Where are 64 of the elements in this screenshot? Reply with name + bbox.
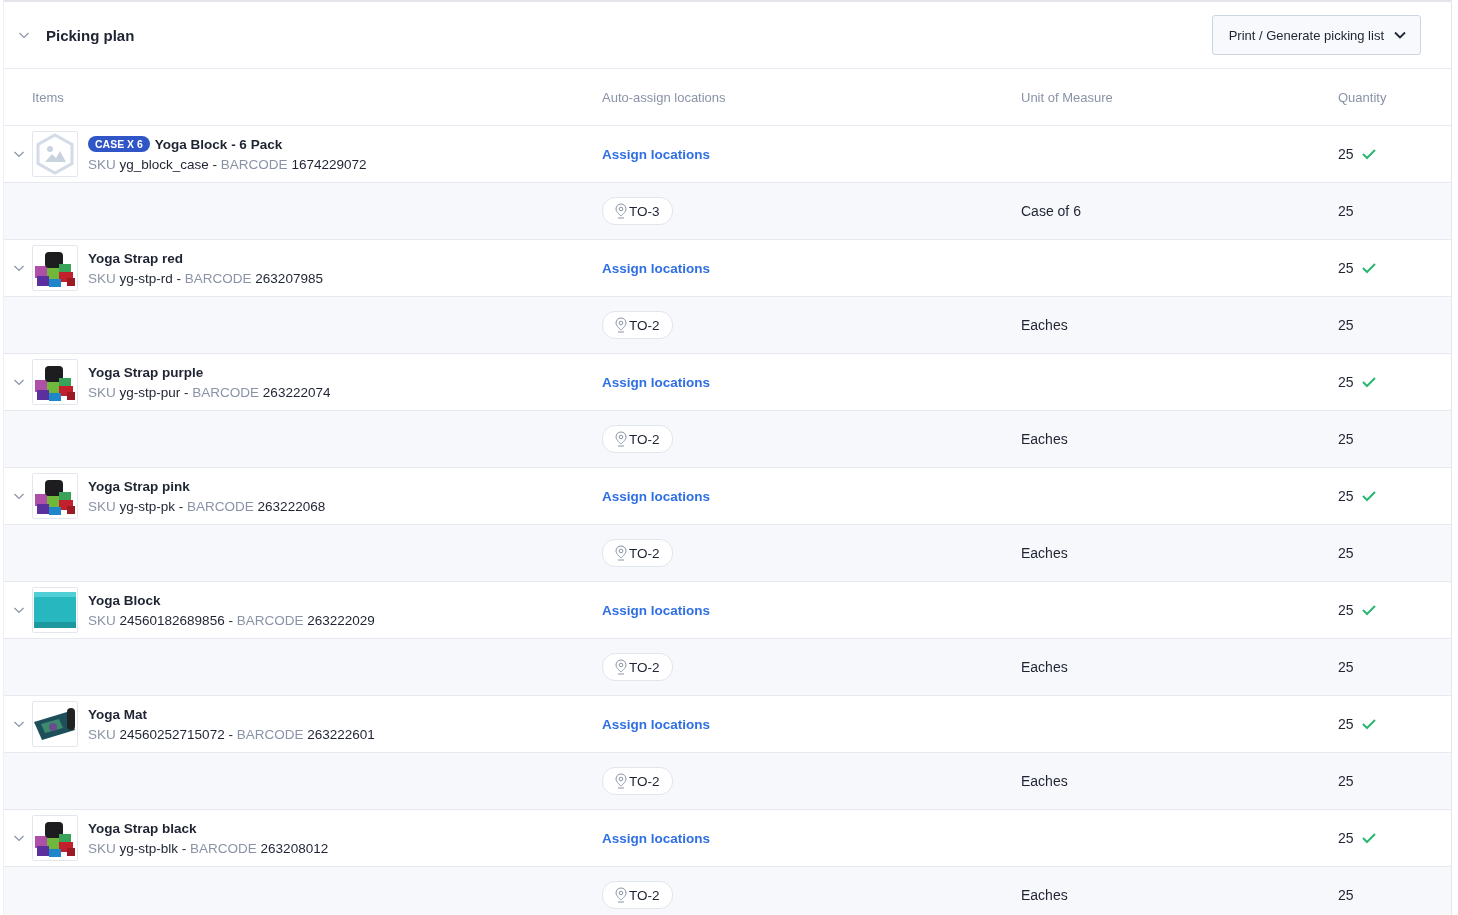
location-pin-icon	[615, 887, 627, 903]
quantity: 25	[1338, 602, 1354, 618]
item-identifiers: SKU yg_block_case - BARCODE 1674229072	[88, 157, 367, 172]
column-header: Auto-assign locations	[602, 89, 726, 105]
quantity: 25	[1338, 545, 1354, 561]
quantity: 25	[1338, 716, 1354, 732]
location-pin-icon	[615, 659, 627, 675]
location-tag: TO-3	[602, 197, 673, 225]
quantity: 25	[1338, 659, 1354, 675]
item-identifiers: SKU yg-stp-rd - BARCODE 263207985	[88, 270, 323, 286]
location-pin-icon	[615, 203, 627, 219]
unit-of-measure: Eaches	[1021, 887, 1068, 903]
quantity: 25	[1338, 317, 1354, 333]
item-identifiers: SKU yg-stp-blk - BARCODE 263208012	[88, 840, 329, 856]
quantity: 25	[1338, 203, 1354, 219]
item-identifiers: SKU 24560252715072 - BARCODE 263222601	[88, 726, 375, 742]
location-pin-icon	[615, 317, 627, 333]
item-name: Yoga Block - 6 Pack	[154, 136, 283, 152]
assign-locations-link[interactable]: Assign locations	[602, 374, 711, 390]
item-identifiers: SKU 24560182689856 - BARCODE 263222029	[88, 612, 375, 628]
location-tag: TO-2	[602, 653, 673, 681]
assign-locations-link[interactable]: Assign locations	[602, 830, 711, 846]
item-identifiers: SKU yg-stp-pk - BARCODE 263222068	[88, 498, 326, 514]
location-tag: TO-2	[602, 767, 673, 795]
chevron-down-icon	[1394, 29, 1406, 41]
assign-locations-link[interactable]: Assign locations	[602, 146, 711, 162]
quantity: 25	[1338, 431, 1354, 447]
case-badge: CASE X 6	[88, 136, 150, 152]
quantity: 25	[1338, 260, 1354, 276]
unit-of-measure: Case of 6	[1021, 203, 1081, 219]
location-tag: TO-2	[602, 311, 673, 339]
column-header: Items	[32, 89, 64, 105]
location-tag: TO-2	[602, 425, 673, 453]
quantity: 25	[1338, 887, 1354, 903]
quantity: 25	[1338, 830, 1354, 846]
quantity: 25	[1338, 146, 1354, 162]
unit-of-measure: Eaches	[1021, 431, 1068, 447]
assign-locations-link[interactable]: Assign locations	[602, 602, 711, 618]
section-title: Picking plan	[46, 26, 136, 44]
unit-of-measure: Eaches	[1021, 545, 1068, 561]
location-tag: TO-2	[602, 539, 673, 567]
item-name: Yoga Strap pink	[88, 478, 190, 494]
column-header: Quantity	[1338, 89, 1387, 105]
unit-of-measure: Eaches	[1021, 773, 1068, 789]
item-name: Yoga Strap purple	[88, 364, 204, 380]
quantity: 25	[1338, 773, 1354, 789]
location-pin-icon	[615, 773, 627, 789]
quantity: 25	[1338, 374, 1354, 390]
item-name: Yoga Strap black	[88, 820, 197, 836]
item-name: Yoga Strap red	[88, 250, 184, 266]
item-identifiers: SKU yg-stp-pur - BARCODE 263222074	[88, 384, 331, 400]
item-name: Yoga Block	[88, 592, 161, 608]
unit-of-measure: Eaches	[1021, 659, 1068, 675]
location-tag: TO-2	[602, 881, 673, 909]
location-pin-icon	[615, 545, 627, 561]
assign-locations-link[interactable]: Assign locations	[602, 716, 711, 732]
location-pin-icon	[615, 431, 627, 447]
assign-locations-link[interactable]: Assign locations	[602, 260, 711, 276]
item-name: Yoga Mat	[88, 706, 147, 722]
print-button[interactable]: Print / Generate picking list	[1211, 15, 1421, 55]
assign-locations-link[interactable]: Assign locations	[602, 488, 711, 504]
unit-of-measure: Eaches	[1021, 317, 1068, 333]
quantity: 25	[1338, 488, 1354, 504]
column-header: Unit of Measure	[1021, 89, 1113, 105]
